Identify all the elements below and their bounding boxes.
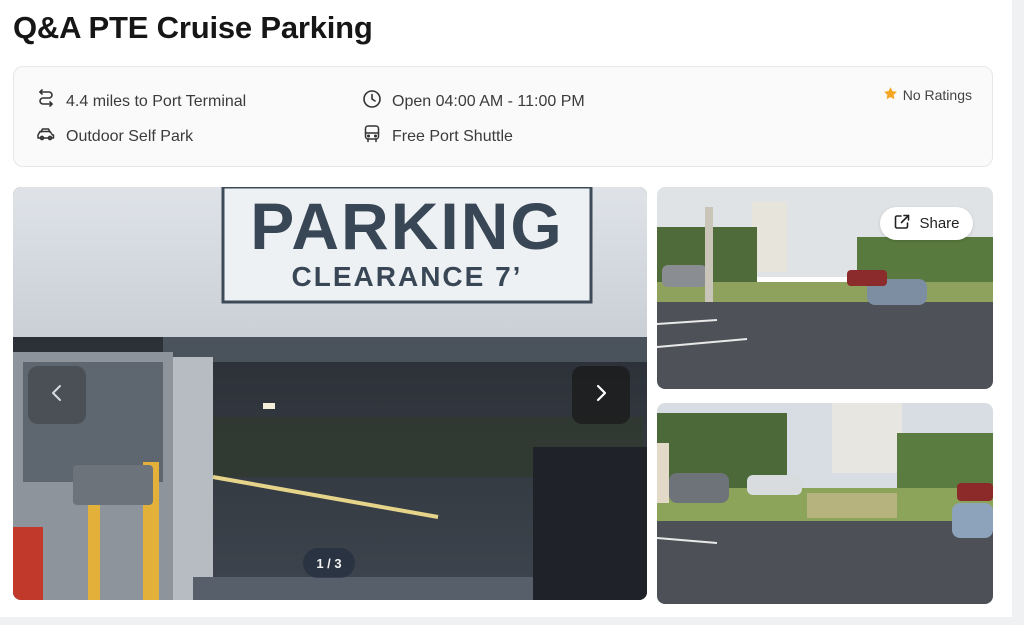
parking-info-card: 4.4 miles to Port Terminal Outdoor Self … [13,66,993,167]
rating-badge: No Ratings [883,86,972,104]
photo-counter: 1 / 3 [303,548,355,578]
page-title: Q&A PTE Cruise Parking [13,10,373,45]
bus-icon [362,124,382,149]
sign-text: PARKING CLEARANCE 7’ [223,193,591,293]
parking-lot-image-2 [657,403,993,604]
shuttle-info: Free Port Shuttle [362,124,513,149]
shuttle-text: Free Port Shuttle [392,127,513,145]
hours-text: Open 04:00 AM - 11:00 PM [392,92,585,110]
rating-text: No Ratings [902,87,972,103]
distance-info: 4.4 miles to Port Terminal [36,89,246,114]
sign-line-1: PARKING [250,189,564,263]
page-gutter-bottom [0,617,1024,625]
share-label: Share [919,215,960,232]
car-icon [36,124,56,149]
star-icon [883,86,898,104]
share-icon [893,213,911,235]
clock-icon [362,89,382,114]
share-button[interactable]: Share [880,207,973,240]
chevron-left-icon [46,382,68,409]
side-photo-2[interactable] [657,403,993,604]
side-photo-1[interactable]: Share [657,187,993,389]
sign-line-2: CLEARANCE 7’ [291,261,523,292]
hours-info: Open 04:00 AM - 11:00 PM [362,89,585,114]
route-icon [36,89,56,114]
prev-photo-button[interactable] [28,366,86,424]
park-type-info: Outdoor Self Park [36,124,193,149]
chevron-right-icon [590,382,612,409]
page-gutter-right [1012,0,1024,625]
next-photo-button[interactable] [572,366,630,424]
distance-text: 4.4 miles to Port Terminal [66,92,247,110]
park-type-text: Outdoor Self Park [66,127,194,145]
main-photo[interactable]: PARKING CLEARANCE 7’ 1 / 3 [13,187,647,600]
